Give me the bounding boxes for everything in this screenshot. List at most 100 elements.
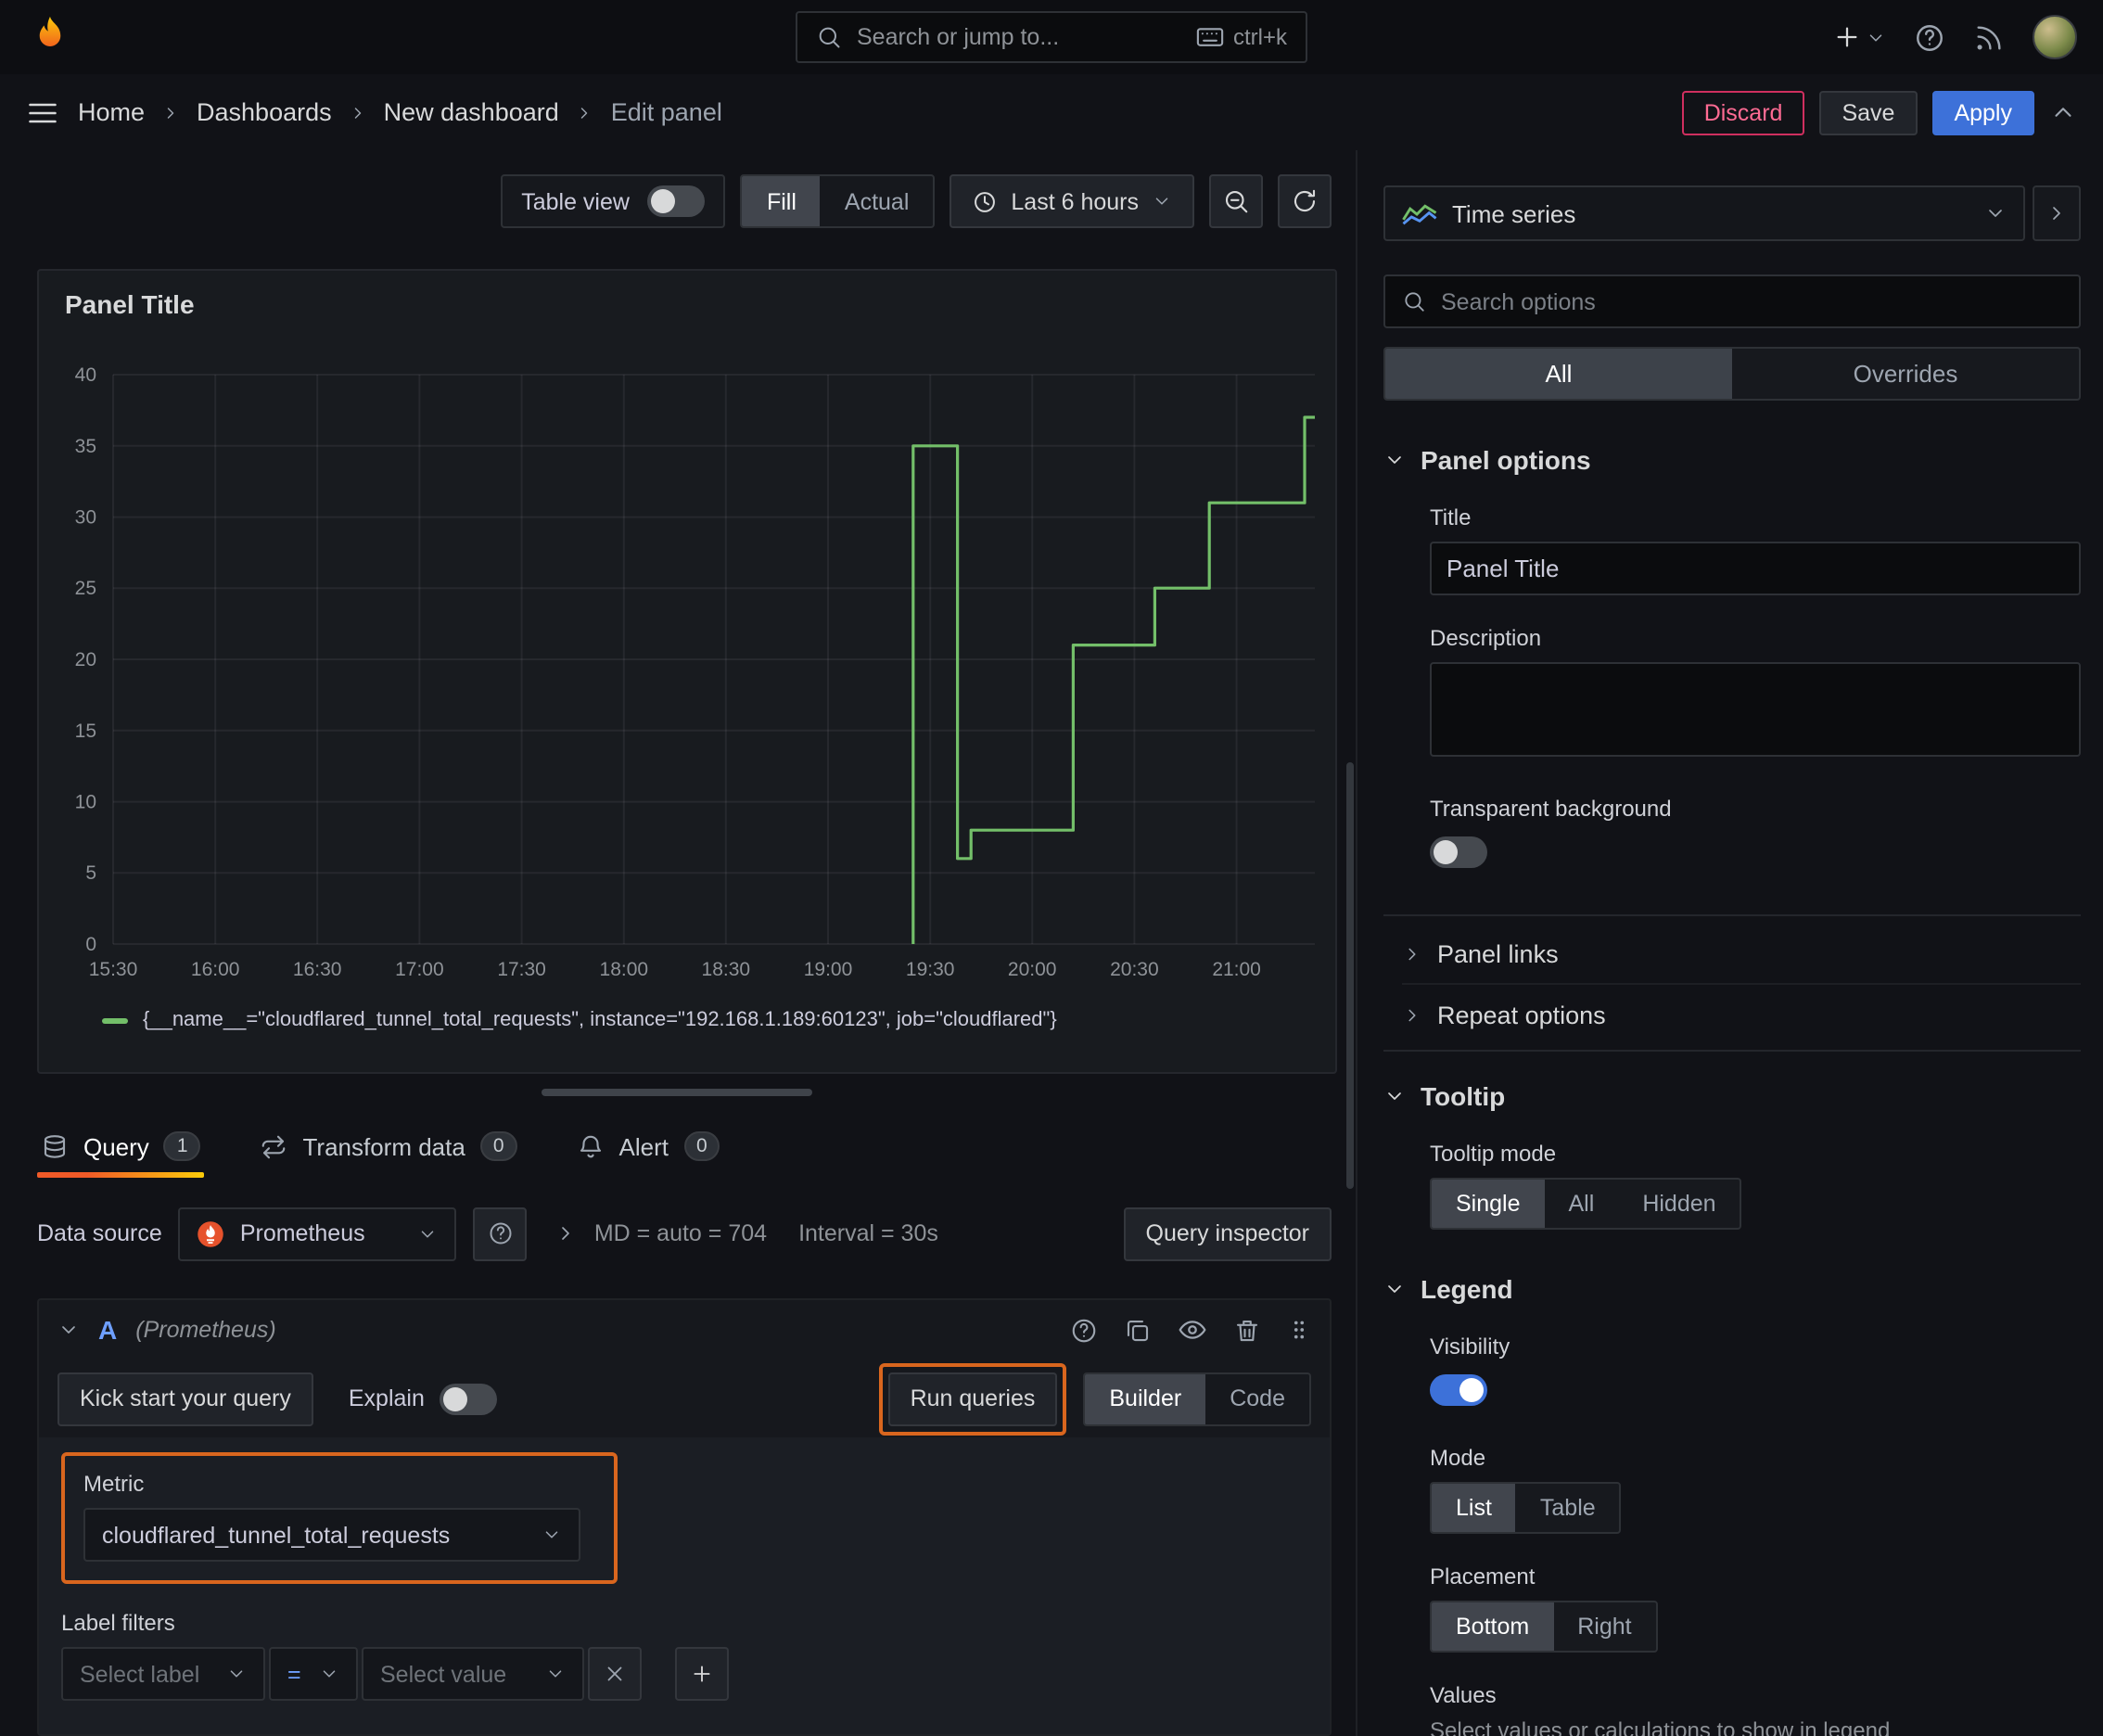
actual-option[interactable]: Actual xyxy=(821,176,934,226)
chart-legend[interactable]: {__name__="cloudflared_tunnel_total_requ… xyxy=(102,1009,1057,1031)
help-icon[interactable] xyxy=(1914,21,1945,53)
panel-links-section[interactable]: Panel links xyxy=(1402,924,2081,985)
user-avatar[interactable] xyxy=(2033,15,2077,59)
tab-transform-data[interactable]: Transform data 0 xyxy=(257,1115,521,1178)
datasource-row: Data source Prometheus MD = auto = 704 I… xyxy=(37,1206,1332,1261)
zoom-out-icon xyxy=(1225,190,1248,213)
legend-mode-list-option[interactable]: List xyxy=(1432,1484,1516,1532)
tab-query[interactable]: Query 1 xyxy=(37,1115,206,1178)
global-search[interactable]: ctrl+k xyxy=(796,11,1307,63)
explain-toggle: Explain xyxy=(349,1383,497,1414)
select-value-dropdown[interactable]: Select value xyxy=(362,1647,584,1701)
grafana-logo-icon[interactable] xyxy=(26,13,74,61)
panel-title-input[interactable] xyxy=(1430,542,2081,595)
eye-icon[interactable] xyxy=(1178,1315,1207,1345)
drag-handle-icon[interactable] xyxy=(1287,1315,1311,1345)
tab-alert[interactable]: Alert 0 xyxy=(573,1115,724,1178)
chevron-down-icon[interactable] xyxy=(57,1319,80,1341)
interval: Interval = 30s xyxy=(798,1220,938,1246)
svg-text:19:00: 19:00 xyxy=(804,959,853,980)
duplicate-icon[interactable] xyxy=(1124,1316,1152,1344)
chevron-down-icon xyxy=(230,1670,243,1678)
svg-text:10: 10 xyxy=(75,792,96,813)
datasource-select[interactable]: Prometheus xyxy=(178,1206,457,1260)
query-row-header[interactable]: A (Prometheus) xyxy=(39,1300,1330,1359)
tooltip-header[interactable]: Tooltip xyxy=(1383,1081,2081,1111)
tooltip-all-option[interactable]: All xyxy=(1545,1180,1619,1228)
time-range-picker[interactable]: Last 6 hours xyxy=(950,174,1194,228)
tab-all[interactable]: All xyxy=(1385,349,1732,399)
legend-header[interactable]: Legend xyxy=(1383,1274,2081,1304)
operator-dropdown[interactable]: = xyxy=(269,1647,358,1701)
refresh-button[interactable] xyxy=(1278,174,1332,228)
viz-type-select[interactable]: Time series xyxy=(1383,185,2025,241)
options-tabs: All Overrides xyxy=(1383,347,2081,401)
breadcrumb-new-dashboard[interactable]: New dashboard xyxy=(384,98,559,126)
chevron-down-icon xyxy=(1388,1285,1401,1293)
chevron-right-icon xyxy=(1408,947,1416,960)
left-pane-scrollbar[interactable] xyxy=(1346,762,1354,1189)
breadcrumb-home[interactable]: Home xyxy=(78,98,145,126)
main-area: Table view Fill Actual Last 6 hours Pane… xyxy=(0,150,2103,1736)
topbar-actions xyxy=(1832,15,2077,59)
transparent-background-switch[interactable] xyxy=(1430,836,1487,868)
legend-values-label: Values xyxy=(1430,1682,1497,1708)
query-row-actions xyxy=(1070,1315,1311,1345)
viz-suggestions-button[interactable] xyxy=(2033,185,2081,241)
legend-mode-table-option[interactable]: Table xyxy=(1516,1484,1620,1532)
panel-options-header[interactable]: Panel options xyxy=(1383,445,2081,475)
run-queries-button[interactable]: Run queries xyxy=(887,1372,1058,1425)
query-inspector-button[interactable]: Query inspector xyxy=(1123,1206,1332,1260)
chevron-up-icon[interactable] xyxy=(2049,98,2077,126)
new-menu-button[interactable] xyxy=(1832,22,1886,52)
tab-overrides[interactable]: Overrides xyxy=(1732,349,2079,399)
remove-filter-button[interactable] xyxy=(588,1647,642,1701)
trash-icon[interactable] xyxy=(1233,1316,1261,1344)
query-options-chevron-icon[interactable] xyxy=(555,1222,578,1245)
global-search-input[interactable] xyxy=(857,24,1181,50)
legend-values-description: Select values or calculations to show in… xyxy=(1430,1717,1891,1736)
divider xyxy=(1383,1050,2081,1052)
kick-start-button[interactable]: Kick start your query xyxy=(57,1372,313,1425)
builder-option[interactable]: Builder xyxy=(1085,1373,1206,1423)
discard-button[interactable]: Discard xyxy=(1681,90,1805,134)
query-editor-card: A (Prometheus) Kick start your query Exp… xyxy=(37,1298,1332,1736)
placement-bottom-option[interactable]: Bottom xyxy=(1432,1602,1554,1651)
menu-icon[interactable] xyxy=(26,96,59,129)
visualization-panel[interactable]: Panel Title 15:30 16:00 16:30 17:00 17:30 18:… xyxy=(37,269,1337,1074)
news-icon[interactable] xyxy=(1973,21,2005,53)
add-filter-button[interactable] xyxy=(675,1647,729,1701)
svg-text:19:30: 19:30 xyxy=(906,959,955,980)
description-textarea[interactable] xyxy=(1430,662,2081,757)
table-view-label: Table view xyxy=(521,188,630,214)
breadcrumb-dashboards[interactable]: Dashboards xyxy=(197,98,332,126)
table-view-switch[interactable] xyxy=(647,185,706,217)
help-icon[interactable] xyxy=(1070,1316,1098,1344)
table-view-toggle[interactable]: Table view xyxy=(501,174,726,228)
series-color-swatch xyxy=(102,1017,128,1023)
tooltip-single-option[interactable]: Single xyxy=(1432,1180,1545,1228)
save-button[interactable]: Save xyxy=(1819,90,1918,134)
options-search[interactable] xyxy=(1383,274,2081,328)
explain-switch[interactable] xyxy=(439,1383,497,1414)
viz-picker-row: Time series xyxy=(1383,185,2081,241)
select-label-dropdown[interactable]: Select label xyxy=(61,1647,265,1701)
legend-visibility-switch[interactable] xyxy=(1430,1374,1487,1406)
svg-text:20: 20 xyxy=(75,649,96,670)
code-option[interactable]: Code xyxy=(1205,1373,1309,1423)
fill-actual-group: Fill Actual xyxy=(740,174,936,228)
top-bar: ctrl+k xyxy=(0,0,2103,74)
tooltip-hidden-option[interactable]: Hidden xyxy=(1618,1180,1740,1228)
metric-select[interactable]: cloudflared_tunnel_total_requests xyxy=(83,1508,580,1562)
zoom-out-button[interactable] xyxy=(1209,174,1263,228)
fill-option[interactable]: Fill xyxy=(742,176,821,226)
apply-button[interactable]: Apply xyxy=(1931,90,2034,134)
panel-resize-handle[interactable] xyxy=(542,1089,812,1096)
series-label: {__name__="cloudflared_tunnel_total_requ… xyxy=(143,1009,1057,1031)
placement-right-option[interactable]: Right xyxy=(1553,1602,1655,1651)
options-search-input[interactable] xyxy=(1441,288,2062,314)
repeat-options-section[interactable]: Repeat options xyxy=(1402,985,2081,1046)
svg-text:20:30: 20:30 xyxy=(1110,959,1159,980)
datasource-help-button[interactable] xyxy=(473,1206,528,1260)
bell-icon xyxy=(580,1134,601,1157)
